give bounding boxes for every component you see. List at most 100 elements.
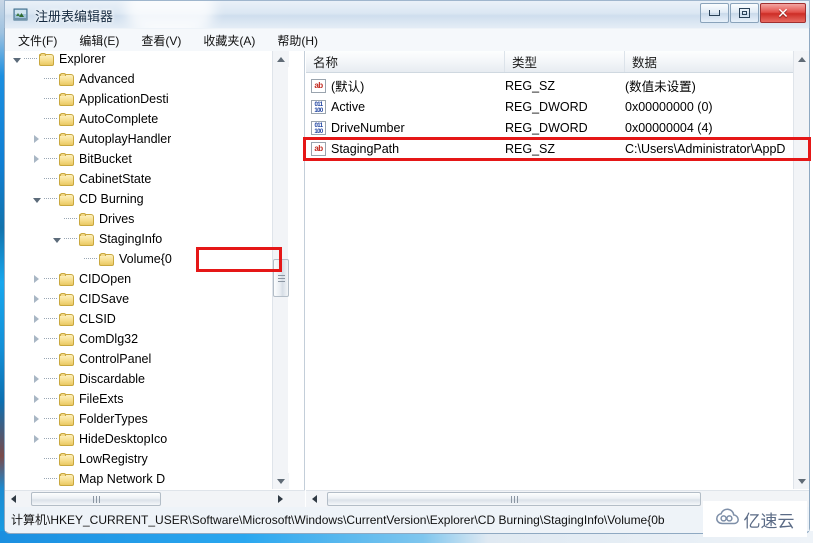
menu-view[interactable]: 查看(V) — [132, 30, 190, 51]
menu-help[interactable]: 帮助(H) — [268, 30, 327, 51]
cloud-logo-icon — [715, 508, 740, 530]
maximize-icon — [739, 8, 750, 18]
tree-node[interactable]: ComDlg32 — [5, 329, 289, 349]
grip-icon — [277, 274, 285, 282]
minimize-button[interactable] — [700, 3, 729, 23]
values-row[interactable]: ab (默认) REG_SZ (数值未设置) — [306, 75, 809, 96]
tree-node-label: BitBucket — [79, 152, 132, 166]
tree-node[interactable]: CIDSave — [5, 289, 289, 309]
tree-node[interactable]: Drives — [5, 209, 289, 229]
folder-icon — [59, 412, 74, 426]
values-scroll-down-button[interactable] — [794, 473, 809, 489]
tree-node[interactable]: Advanced — [5, 69, 289, 89]
values-row[interactable]: 011 100 DriveNumber REG_DWORD 0x00000004 (4) — [306, 117, 809, 138]
values-row[interactable]: ab StagingPath REG_SZ C:\Users\Administrato… — [306, 138, 809, 159]
tree-node[interactable]: AutoComplete — [5, 109, 289, 129]
values-vertical-scrollbar[interactable] — [793, 51, 809, 489]
values-row[interactable]: 011 100 Active REG_DWORD 0x00000000 (0) — [306, 96, 809, 117]
tree-node[interactable]: LowRegistry — [5, 449, 289, 469]
tree-node[interactable]: BitBucket — [5, 149, 289, 169]
value-type: REG_DWORD — [505, 120, 588, 135]
tree-scrollbar-thumb[interactable] — [273, 259, 289, 297]
tree-node[interactable]: FolderTypes — [5, 409, 289, 429]
value-name: StagingPath — [331, 141, 400, 156]
folder-icon — [79, 212, 94, 226]
tree-scroll-down-button[interactable] — [273, 473, 289, 489]
chevron-left-icon — [11, 495, 16, 503]
expander-closed-icon[interactable] — [31, 274, 42, 285]
tree-node[interactable]: StagingInfo — [5, 229, 289, 249]
value-name-cell: 011 100 Active — [306, 99, 505, 114]
folder-icon — [59, 72, 74, 86]
chevron-left-icon — [312, 495, 317, 503]
tree-hscroll-right-button[interactable] — [272, 491, 289, 507]
value-data: 0x00000004 (4) — [625, 120, 713, 135]
tree-node[interactable]: CLSID — [5, 309, 289, 329]
tree-node[interactable]: Discardable — [5, 369, 289, 389]
expander-closed-icon[interactable] — [31, 134, 42, 145]
tree-node-label: ApplicationDesti — [79, 92, 169, 106]
tree-scroll-up-button[interactable] — [273, 51, 289, 67]
close-icon: ✕ — [777, 5, 789, 21]
registry-values-pane[interactable]: 名称 类型 数据 ab (默认) REG_SZ (数值未设置) 011 100 Active… — [306, 51, 809, 507]
regedit-icon — [13, 6, 30, 23]
tree-node[interactable]: ControlPanel — [5, 349, 289, 369]
tree-node-label: Discardable — [79, 372, 146, 386]
tree-node[interactable]: HideDesktopIco — [5, 429, 289, 449]
tree-node-label: Advanced — [79, 72, 135, 86]
tree-hscrollbar-thumb[interactable] — [31, 492, 161, 506]
tree-node[interactable]: ApplicationDesti — [5, 89, 289, 109]
tree-node[interactable]: CabinetState — [5, 169, 289, 189]
title-bar[interactable]: 注册表编辑器 ✕ — [4, 0, 810, 28]
maximize-button[interactable] — [730, 3, 759, 23]
column-header-data[interactable]: 数据 — [625, 51, 809, 72]
menu-bar: 文件(F) 编辑(E) 查看(V) 收藏夹(A) 帮助(H) — [5, 29, 809, 51]
expander-closed-icon[interactable] — [31, 294, 42, 305]
folder-icon — [59, 472, 74, 486]
column-header-type[interactable]: 类型 — [505, 51, 625, 72]
tree-connector-line — [44, 358, 57, 360]
expander-open-icon[interactable] — [31, 194, 42, 205]
close-button[interactable]: ✕ — [760, 3, 806, 23]
folder-icon — [59, 352, 74, 366]
tree-horizontal-scrollbar[interactable] — [5, 490, 305, 507]
tree-hscroll-left-button[interactable] — [5, 491, 22, 507]
values-scroll-up-button[interactable] — [794, 51, 809, 67]
grip-icon — [92, 495, 100, 503]
value-data: C:\Users\Administrator\AppD — [625, 141, 786, 156]
window-controls: ✕ — [699, 3, 806, 23]
tree-node[interactable]: Volume{0 — [5, 249, 289, 269]
expander-closed-icon[interactable] — [31, 334, 42, 345]
expander-closed-icon[interactable] — [31, 414, 42, 425]
tree-connector-line — [44, 398, 57, 400]
tree-node[interactable]: Explorer — [5, 51, 289, 69]
values-hscrollbar-thumb[interactable] — [327, 492, 701, 506]
expander-open-icon[interactable] — [51, 234, 62, 245]
tree-node-label: AutoplayHandler — [79, 132, 172, 146]
string-value-icon: ab — [311, 141, 326, 156]
expander-closed-icon[interactable] — [31, 394, 42, 405]
tree-node[interactable]: Map Network D — [5, 469, 289, 489]
menu-favorites[interactable]: 收藏夹(A) — [194, 30, 264, 51]
expander-closed-icon[interactable] — [31, 154, 42, 165]
expander-open-icon[interactable] — [11, 54, 22, 65]
menu-edit[interactable]: 编辑(E) — [70, 30, 128, 51]
tree-connector-line — [44, 198, 57, 200]
expander-closed-icon[interactable] — [31, 314, 42, 325]
tree-node[interactable]: CD Burning — [5, 189, 289, 209]
values-hscroll-left-button[interactable] — [306, 491, 323, 507]
tree-node[interactable]: FileExts — [5, 389, 289, 409]
column-header-name[interactable]: 名称 — [306, 51, 505, 72]
folder-icon — [59, 432, 74, 446]
menu-file[interactable]: 文件(F) — [9, 30, 66, 51]
string-value-icon: ab — [311, 78, 326, 93]
expander-closed-icon[interactable] — [31, 434, 42, 445]
tree-node[interactable]: AutoplayHandler — [5, 129, 289, 149]
value-data: (数值未设置) — [625, 80, 696, 94]
registry-tree-pane[interactable]: Explorer Advanced ApplicationDesti AutoComp… — [5, 51, 305, 507]
chevron-down-icon — [277, 478, 285, 484]
tree-vertical-scrollbar[interactable] — [272, 51, 289, 489]
tree-node[interactable]: CIDOpen — [5, 269, 289, 289]
value-name: Active — [331, 99, 366, 114]
expander-closed-icon[interactable] — [31, 374, 42, 385]
